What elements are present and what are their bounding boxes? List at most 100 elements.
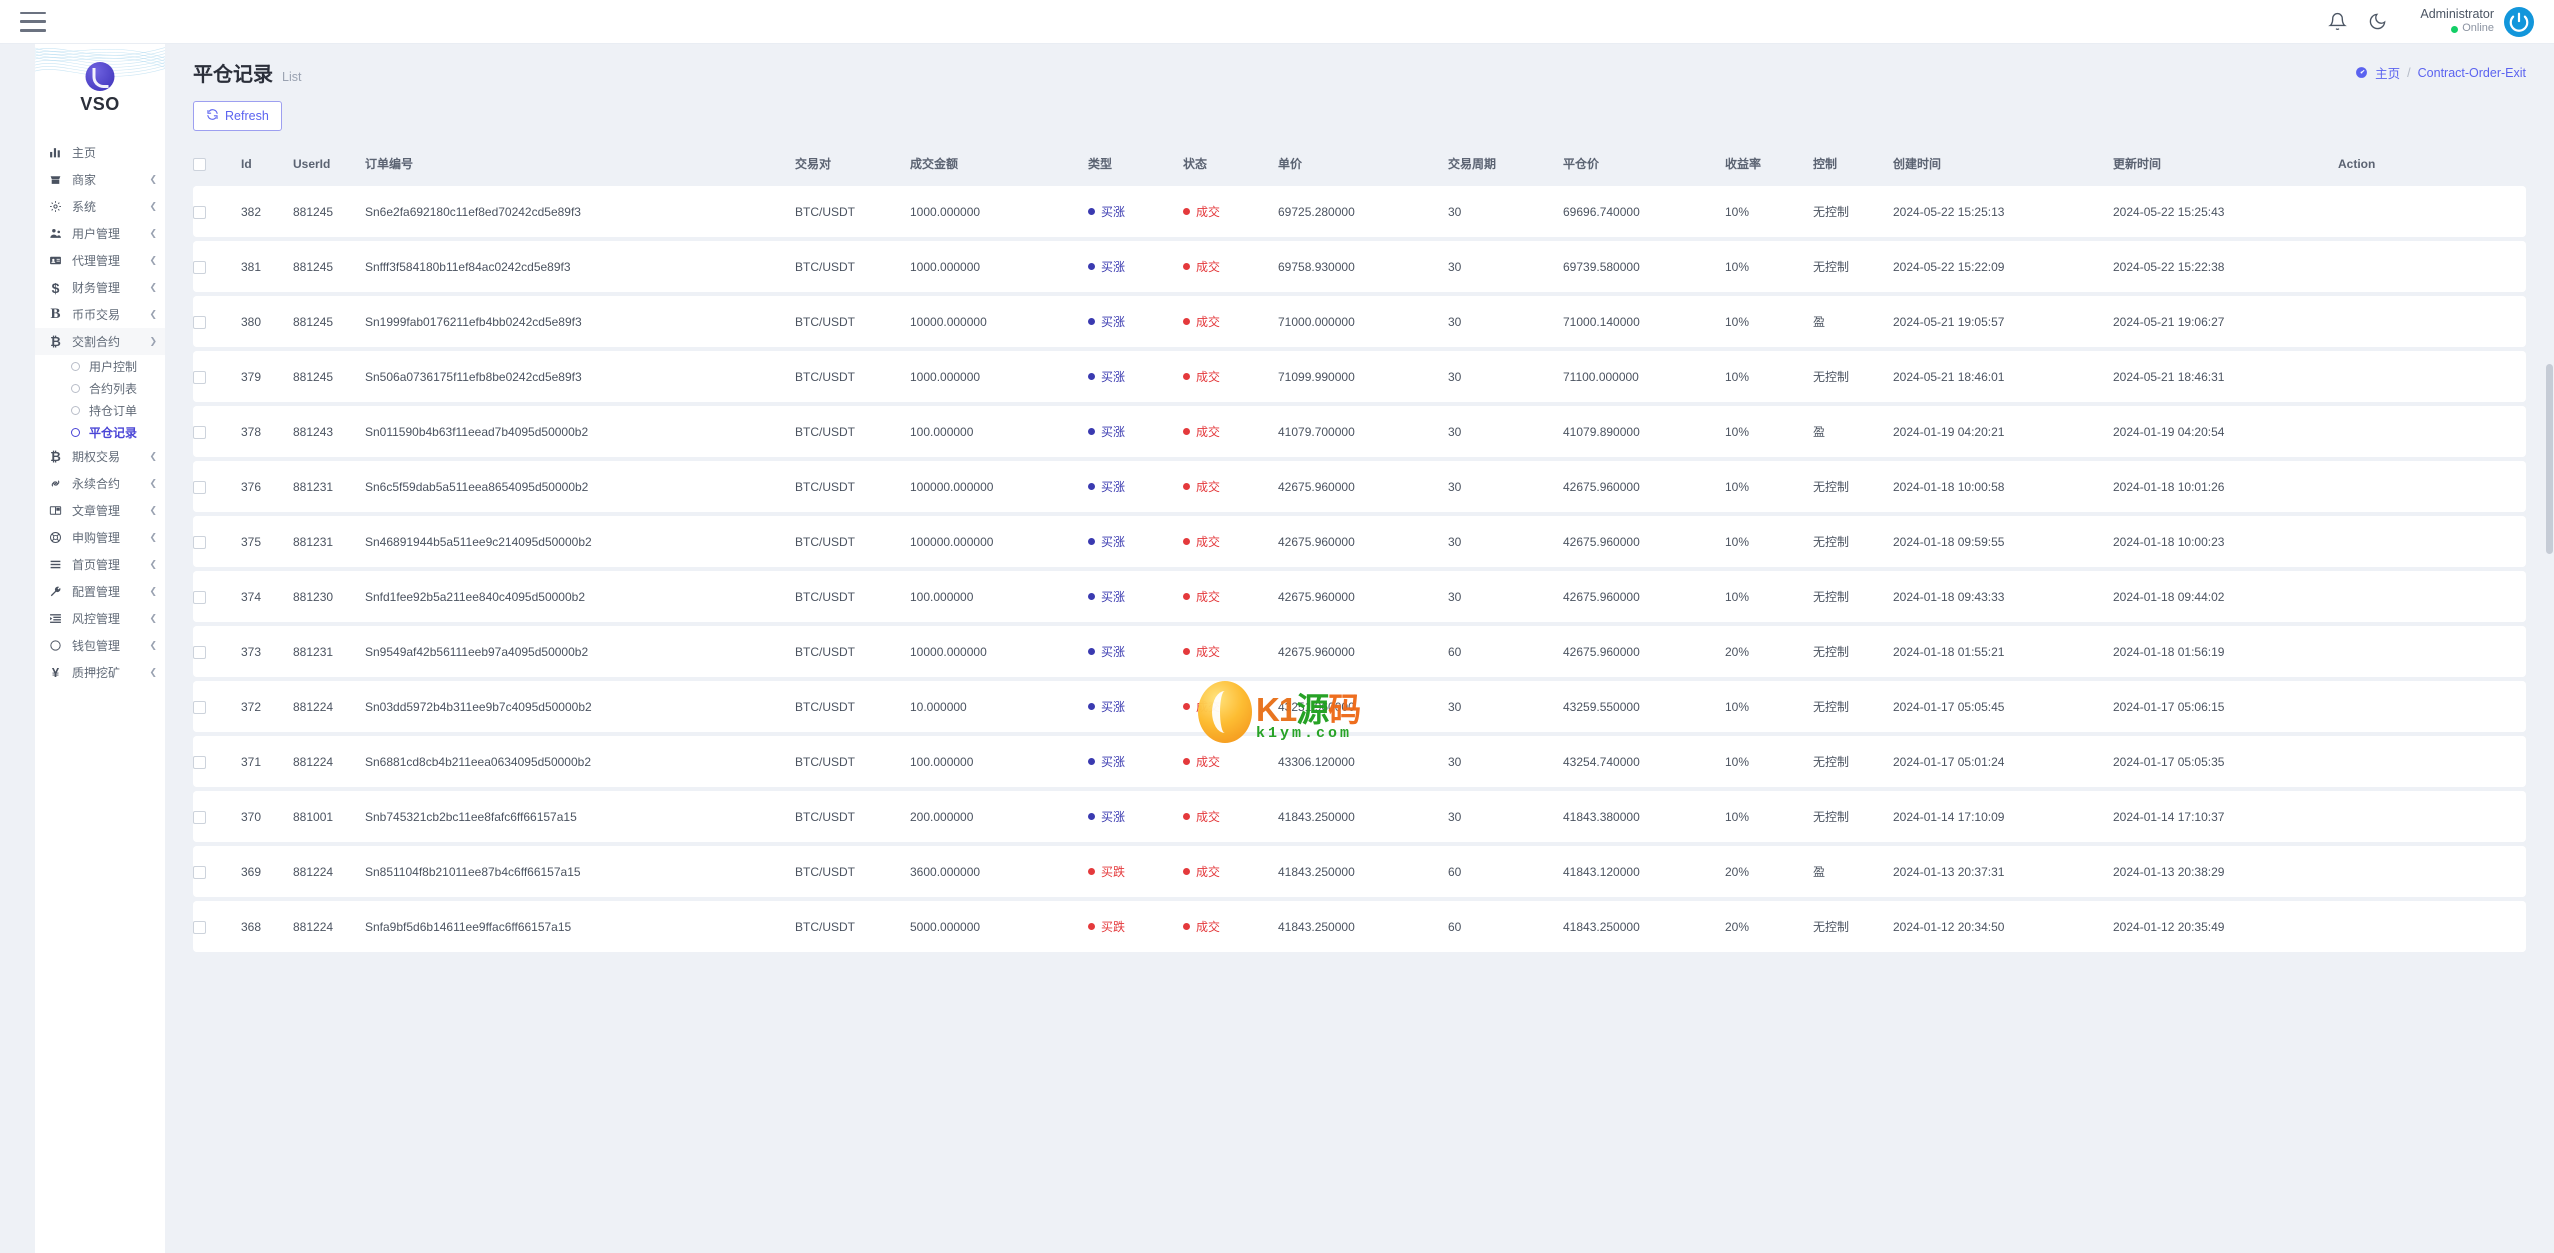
sidebar-subitem-contract-list[interactable]: 合约列表 xyxy=(35,377,165,399)
th-pair[interactable]: 交易对 xyxy=(795,147,910,182)
th-select-all xyxy=(193,147,241,182)
sidebar-subitem-exit-record[interactable]: 平仓记录 xyxy=(35,421,165,443)
table-row[interactable]: 374881230Snfd1fee92b5a211ee840c4095d5000… xyxy=(193,571,2526,622)
table-row[interactable]: 378881243Sn011590b4b63f11eead7b4095d5000… xyxy=(193,406,2526,457)
sidebar-item-agent-management[interactable]: 代理管理 ❮ xyxy=(35,247,165,274)
table-row[interactable]: 379881245Sn506a0736175f11efb8be0242cd5e8… xyxy=(193,351,2526,402)
row-checkbox[interactable] xyxy=(193,866,206,879)
row-checkbox[interactable] xyxy=(193,921,206,934)
th-amount[interactable]: 成交金额 xyxy=(910,147,1088,182)
user-menu[interactable]: Administrator Online xyxy=(2420,7,2534,37)
row-checkbox-cell[interactable] xyxy=(193,241,241,292)
breadcrumb-home[interactable]: 主页 xyxy=(2375,63,2400,82)
table-row[interactable]: 373881231Sn9549af42b56111eeb97a4095d5000… xyxy=(193,626,2526,677)
sidebar-subitem-position-order[interactable]: 持仓订单 xyxy=(35,399,165,421)
row-checkbox[interactable] xyxy=(193,481,206,494)
table-row[interactable]: 380881245Sn1999fab0176211efb4bb0242cd5e8… xyxy=(193,296,2526,347)
status-dot-icon xyxy=(1183,483,1190,490)
sidebar-item-system[interactable]: 系统 ❮ xyxy=(35,193,165,220)
table-row[interactable]: 370881001Snb745321cb2bc11ee8fafc6ff66157… xyxy=(193,791,2526,842)
hamburger-icon[interactable] xyxy=(20,12,46,32)
table-row[interactable]: 376881231Sn6c5f59dab5a511eea8654095d5000… xyxy=(193,461,2526,512)
wrench-icon xyxy=(47,585,64,598)
sidebar-item-homepage-management[interactable]: 首页管理 ❮ xyxy=(35,551,165,578)
table-row[interactable]: 369881224Sn851104f8b21011ee87b4c6ff66157… xyxy=(193,846,2526,897)
chevron-down-icon: ❯ xyxy=(149,337,157,346)
th-userid[interactable]: UserId xyxy=(293,147,365,182)
cell-period: 30 xyxy=(1448,186,1563,237)
sidebar-item-config-management[interactable]: 配置管理 ❮ xyxy=(35,578,165,605)
table-row[interactable]: 368881224Snfa9bf5d6b14611ee9ffac6ff66157… xyxy=(193,901,2526,952)
sidebar-item-finance-management[interactable]: $ 财务管理 ❮ xyxy=(35,274,165,301)
th-order-no[interactable]: 订单编号 xyxy=(365,147,795,182)
row-checkbox-cell[interactable] xyxy=(193,571,241,622)
th-rate[interactable]: 收益率 xyxy=(1725,147,1813,182)
row-checkbox[interactable] xyxy=(193,591,206,604)
row-checkbox[interactable] xyxy=(193,426,206,439)
link-icon xyxy=(47,477,64,490)
cell-userid: 881231 xyxy=(293,516,365,567)
sidebar-item-subscription-management[interactable]: 申购管理 ❮ xyxy=(35,524,165,551)
sidebar-item-merchant[interactable]: 商家 ❮ xyxy=(35,166,165,193)
row-checkbox-cell[interactable] xyxy=(193,516,241,567)
select-all-checkbox[interactable] xyxy=(193,158,206,171)
row-checkbox-cell[interactable] xyxy=(193,461,241,512)
table-row[interactable]: 375881231Sn46891944b5a511ee9c214095d5000… xyxy=(193,516,2526,567)
indent-icon xyxy=(47,612,64,625)
page-scrollbar[interactable] xyxy=(2545,44,2554,1253)
table-row[interactable]: 372881224Sn03dd5972b4b311ee9b7c4095d5000… xyxy=(193,681,2526,732)
row-checkbox-cell[interactable] xyxy=(193,626,241,677)
th-created[interactable]: 创建时间 xyxy=(1893,147,2113,182)
row-checkbox[interactable] xyxy=(193,536,206,549)
row-checkbox[interactable] xyxy=(193,701,206,714)
table-row[interactable]: 382881245Sn6e2fa692180c11ef8ed70242cd5e8… xyxy=(193,186,2526,237)
moon-icon[interactable] xyxy=(2366,11,2388,33)
scrollbar-thumb[interactable] xyxy=(2546,364,2553,554)
row-checkbox-cell[interactable] xyxy=(193,736,241,787)
sidebar-item-option-trade[interactable]: ₿ 期权交易 ❮ xyxy=(35,443,165,470)
sidebar-item-risk-management[interactable]: 风控管理 ❮ xyxy=(35,605,165,632)
th-type[interactable]: 类型 xyxy=(1088,147,1183,182)
row-checkbox-cell[interactable] xyxy=(193,186,241,237)
th-action[interactable]: Action xyxy=(2338,147,2526,182)
bell-icon[interactable] xyxy=(2326,11,2348,33)
row-checkbox-cell[interactable] xyxy=(193,406,241,457)
sidebar-item-coin-trade[interactable]: B 币币交易 ❮ xyxy=(35,301,165,328)
row-checkbox[interactable] xyxy=(193,756,206,769)
th-id[interactable]: Id xyxy=(241,147,293,182)
th-updated[interactable]: 更新时间 xyxy=(2113,147,2338,182)
row-checkbox-cell[interactable] xyxy=(193,296,241,347)
th-period[interactable]: 交易周期 xyxy=(1448,147,1563,182)
sidebar-item-home[interactable]: 主页 xyxy=(35,139,165,166)
table-row[interactable]: 371881224Sn6881cd8cb4b211eea0634095d5000… xyxy=(193,736,2526,787)
row-checkbox[interactable] xyxy=(193,316,206,329)
row-checkbox-cell[interactable] xyxy=(193,351,241,402)
refresh-button[interactable]: Refresh xyxy=(193,101,282,131)
avatar[interactable] xyxy=(2504,7,2534,37)
sidebar-item-staking-mining[interactable]: ¥ 质押挖矿 ❮ xyxy=(35,659,165,686)
row-checkbox-cell[interactable] xyxy=(193,901,241,952)
row-checkbox[interactable] xyxy=(193,206,206,219)
status-badge: 成交 xyxy=(1183,753,1220,770)
row-checkbox[interactable] xyxy=(193,646,206,659)
row-checkbox[interactable] xyxy=(193,371,206,384)
type-badge: 买涨 xyxy=(1088,258,1125,275)
cell-control: 无控制 xyxy=(1813,681,1893,732)
sidebar-item-user-management[interactable]: 用户管理 ❮ xyxy=(35,220,165,247)
row-checkbox-cell[interactable] xyxy=(193,791,241,842)
sidebar-subitem-user-control[interactable]: 用户控制 xyxy=(35,355,165,377)
row-checkbox[interactable] xyxy=(193,261,206,274)
row-checkbox[interactable] xyxy=(193,811,206,824)
th-close-price[interactable]: 平仓价 xyxy=(1563,147,1725,182)
row-checkbox-cell[interactable] xyxy=(193,681,241,732)
th-price[interactable]: 单价 xyxy=(1278,147,1448,182)
table-row[interactable]: 381881245Snfff3f584180b11ef84ac0242cd5e8… xyxy=(193,241,2526,292)
sidebar-item-article-management[interactable]: 文章管理 ❮ xyxy=(35,497,165,524)
th-control[interactable]: 控制 xyxy=(1813,147,1893,182)
breadcrumb: 主页 / Contract-Order-Exit xyxy=(2355,63,2526,82)
sidebar-item-delivery-contract[interactable]: ₿ 交割合约 ❯ xyxy=(35,328,165,355)
row-checkbox-cell[interactable] xyxy=(193,846,241,897)
sidebar-item-wallet-management[interactable]: 钱包管理 ❮ xyxy=(35,632,165,659)
th-status[interactable]: 状态 xyxy=(1183,147,1278,182)
sidebar-item-perpetual-contract[interactable]: 永续合约 ❮ xyxy=(35,470,165,497)
